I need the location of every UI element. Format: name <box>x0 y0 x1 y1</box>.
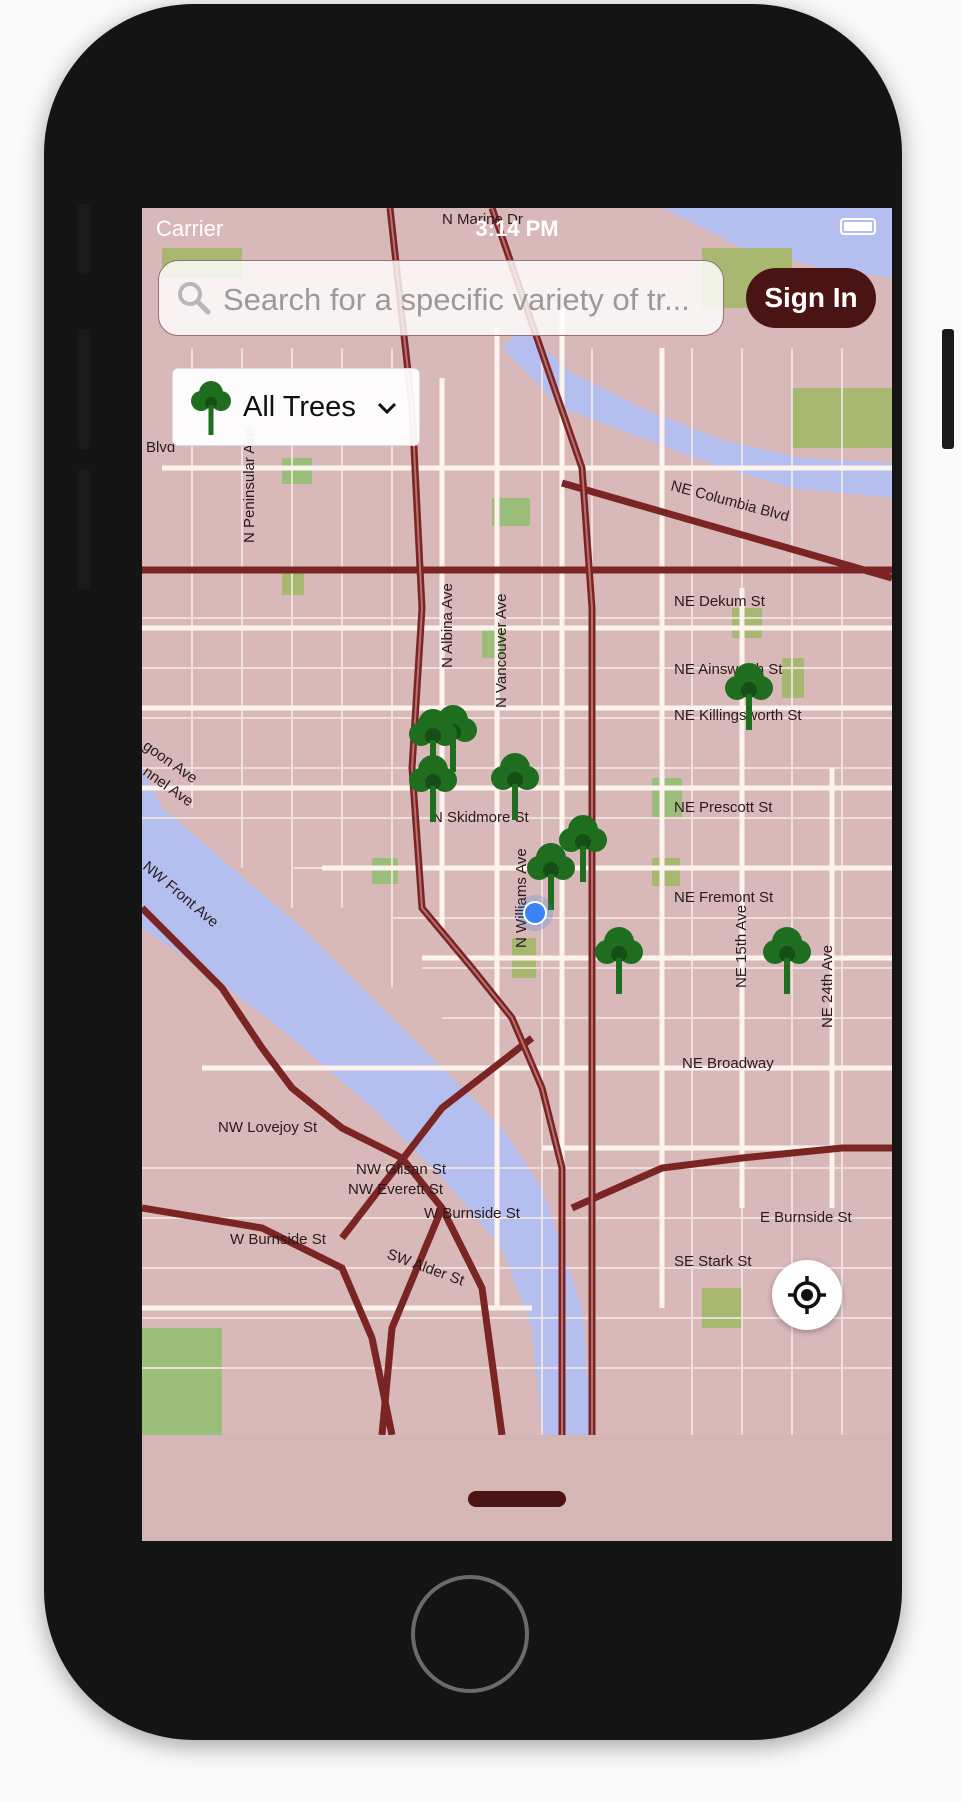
status-bar: Carrier 3:14 PM <box>142 208 892 248</box>
sign-in-button[interactable]: Sign In <box>746 268 876 328</box>
chevron-down-icon <box>377 402 397 415</box>
power-button <box>942 329 954 449</box>
street-label: NW Everett St <box>348 1181 444 1198</box>
search-icon <box>178 282 211 315</box>
street-label: NW Glisan St <box>356 1161 447 1178</box>
street-label: SE Stark St <box>674 1253 752 1270</box>
filter-label: All Trees <box>243 391 356 423</box>
street-label: NE 24th Ave <box>819 945 836 1028</box>
street-label: NE 15th Ave <box>733 905 750 988</box>
mute-switch <box>78 204 90 274</box>
tree-marker[interactable] <box>760 922 814 996</box>
home-button[interactable] <box>411 1575 529 1693</box>
locate-me-button[interactable] <box>772 1260 842 1330</box>
street-label: N Vancouver Ave <box>493 593 510 708</box>
street-label: W Burnside St <box>230 1231 327 1248</box>
street-label: W Burnside St <box>424 1205 521 1222</box>
crosshair-icon <box>788 1276 826 1314</box>
tree-filter-dropdown[interactable]: All Trees <box>172 368 420 446</box>
street-label: NE Prescott St <box>674 799 773 816</box>
volume-down-button <box>78 469 90 589</box>
volume-up-button <box>78 329 90 449</box>
tree-marker[interactable] <box>488 748 542 822</box>
street-label: E Burnside St <box>760 1209 853 1226</box>
bottom-sheet[interactable] <box>142 1435 892 1541</box>
street-label: NW Lovejoy St <box>218 1119 318 1136</box>
tree-marker[interactable] <box>592 922 646 996</box>
street-label: NE Broadway <box>682 1055 774 1072</box>
street-label: NE Dekum St <box>674 593 766 610</box>
battery-icon <box>840 218 876 235</box>
street-label: N Albina Ave <box>439 583 456 668</box>
search-input[interactable]: Search for a specific variety of tr... <box>223 282 713 318</box>
tree-marker[interactable] <box>722 658 776 732</box>
tree-icon <box>191 381 231 435</box>
tree-marker[interactable] <box>406 750 460 824</box>
search-bar[interactable]: Search for a specific variety of tr... <box>158 260 724 336</box>
status-time: 3:14 PM <box>475 216 559 241</box>
phone-frame: N Marine Dr Blvd N Peninsular Ave NE Col… <box>44 4 954 1740</box>
street-label: NE Fremont St <box>674 889 774 906</box>
sheet-drag-handle[interactable] <box>468 1491 566 1507</box>
app-screen: N Marine Dr Blvd N Peninsular Ave NE Col… <box>142 208 892 1541</box>
user-location-dot <box>517 895 553 931</box>
street-label: Blvd <box>146 439 175 456</box>
